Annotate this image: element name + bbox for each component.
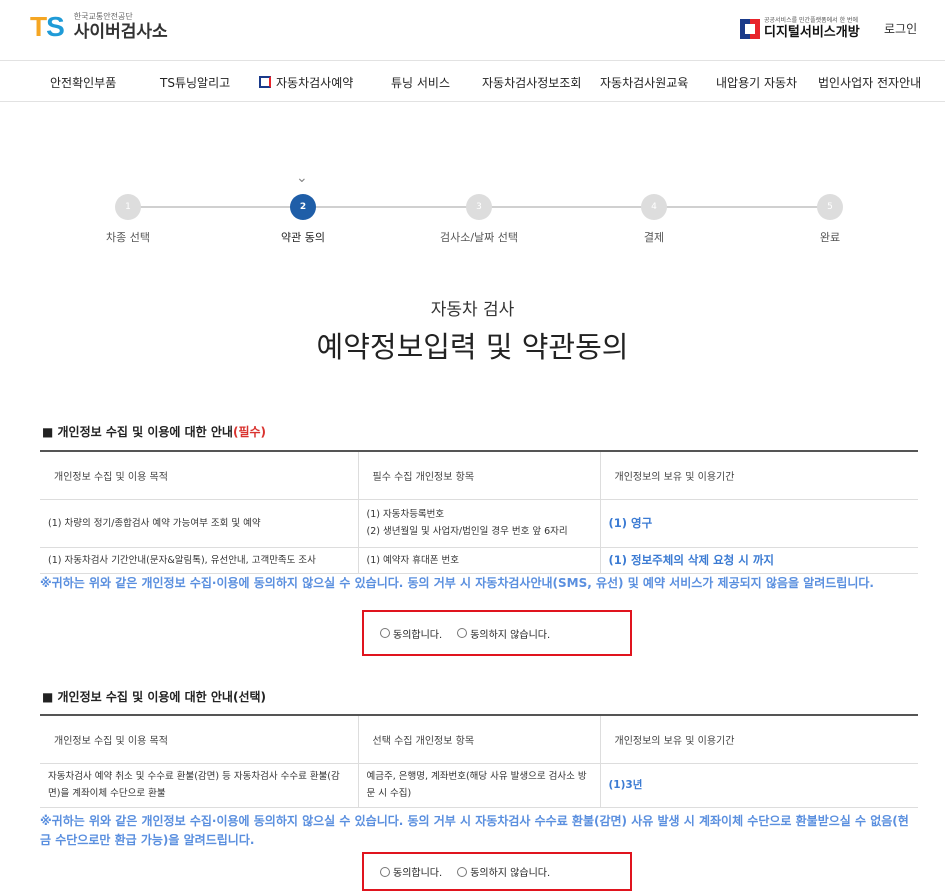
table-cell: (1) 자동차등록번호 (2) 생년월일 및 사업자/법인일 경우 번호 앞 6… [357, 499, 600, 548]
table-header-row: 개인정보 수집 및 이용 목적 필수 수집 개인정보 항목 개인정보의 보유 및… [40, 450, 918, 500]
column-header: 개인정보의 보유 및 이용기간 [599, 714, 918, 764]
column-header: 선택 수집 개인정보 항목 [357, 714, 600, 764]
agree-radio[interactable]: 동의합니다. [380, 864, 442, 879]
radio-button[interactable] [457, 628, 468, 638]
nav-item-inspection-info[interactable]: 자동차검사정보조회 [482, 74, 581, 91]
table-row: (1) 차량의 정기/종합검사 예약 가능여부 조회 및 예약 (1) 자동차등… [40, 499, 918, 548]
table-cell: (1) 자동차검사 기간안내(문자&알림톡), 유선안내, 고객만족도 조사 [40, 547, 358, 574]
step-number: 3 [466, 194, 492, 220]
step-1: 1 차종 선택 [68, 194, 188, 245]
table-cell: (1) 영구 [599, 499, 918, 548]
cell-line: (2) 생년월일 및 사업자/법인일 경우 번호 앞 6자리 [366, 526, 568, 537]
section-title-text: 개인정보 수집 및 이용에 대한 안내(선택) [57, 690, 267, 704]
progress-steps: ⌄ 1 차종 선택 2 약관 동의 3 검사소/날짜 선택 4 결제 5 완료 [0, 170, 945, 250]
table-row: 자동차검사 예약 취소 및 수수료 환불(감면) 등 자동차검사 수수료 환불(… [40, 763, 918, 808]
section-title-text: 개인정보 수집 및 이용에 대한 안내 [57, 425, 233, 439]
page-title: 예약정보입력 및 약관동의 [316, 330, 629, 364]
agree-radio[interactable]: 동의합니다. [380, 626, 442, 641]
digital-service-icon [740, 18, 760, 39]
radio-label: 동의합니다. [393, 629, 443, 641]
section-title-required: ■ 개인정보 수집 및 이용에 대한 안내(필수) [42, 425, 267, 439]
column-header: 필수 수집 개인정보 항목 [357, 450, 600, 500]
nav-item-ts-tuning[interactable]: TS튜닝알리고 [160, 74, 230, 91]
step-number: 1 [115, 194, 141, 220]
column-header: 개인정보 수집 및 이용 목적 [40, 450, 358, 500]
step-number: 5 [817, 194, 843, 220]
digital-service-name: 디지털서비스개방 [764, 25, 860, 40]
table-cell: (1) 정보주체의 삭제 요청 시 까지 [599, 547, 918, 574]
nav-item-inspection-reservation[interactable]: 자동차검사예약 [259, 74, 353, 91]
consent-notice: ※귀하는 위와 같은 개인정보 수집·이용에 동의하지 않으실 수 있습니다. … [40, 814, 909, 847]
radio-label: 동의합니다. [393, 868, 443, 879]
column-header: 개인정보의 보유 및 이용기간 [599, 450, 918, 500]
nav-item-safety-parts[interactable]: 안전확인부품 [50, 74, 116, 91]
required-info-table: 개인정보 수집 및 이용 목적 필수 수집 개인정보 항목 개인정보의 보유 및… [40, 450, 918, 574]
table-cell: 자동차검사 예약 취소 및 수수료 환불(감면) 등 자동차검사 수수료 환불(… [40, 763, 358, 808]
table-header-row: 개인정보 수집 및 이용 목적 선택 수집 개인정보 항목 개인정보의 보유 및… [40, 714, 918, 764]
step-label: 검사소/날짜 선택 [439, 231, 519, 244]
step-5: 5 완료 [770, 194, 890, 245]
step-4: 4 결제 [594, 194, 714, 245]
radio-label: 동의하지 않습니다. [470, 629, 551, 641]
chevron-down-icon: ⌄ [296, 170, 308, 186]
column-header: 개인정보 수집 및 이용 목적 [40, 714, 358, 764]
step-label: 완료 [819, 231, 841, 244]
section-title-optional: ■ 개인정보 수집 및 이용에 대한 안내(선택) [42, 690, 267, 704]
logo-org-name: 한국교통안전공단 [73, 12, 133, 21]
step-label: 차종 선택 [106, 231, 150, 244]
step-number: 2 [290, 194, 316, 220]
table-row: (1) 자동차검사 기간안내(문자&알림톡), 유선안내, 고객만족도 조사 (… [40, 547, 918, 574]
consent-radio-group-optional: 동의합니다. 동의하지 않습니다. [362, 852, 632, 891]
disagree-radio[interactable]: 동의하지 않습니다. [457, 626, 550, 641]
header: TS 한국교통안전공단 사이버검사소 공공서비스를 민간플랫폼에서 한 번에 디… [0, 0, 945, 60]
step-2: 2 약관 동의 [243, 194, 363, 245]
optional-info-table: 개인정보 수집 및 이용 목적 선택 수집 개인정보 항목 개인정보의 보유 및… [40, 714, 918, 808]
table-cell: 예금주, 은행명, 계좌번호(해당 사유 발생으로 검사소 방문 시 수집) [357, 763, 600, 808]
radio-button[interactable] [380, 628, 390, 638]
nav-item-tuning-service[interactable]: 튜닝 서비스 [391, 74, 450, 91]
cell-line: (1) 자동차등록번호 [366, 509, 445, 520]
nav-item-label: 자동차검사예약 [276, 76, 354, 90]
nav-item-pressure-vessel[interactable]: 내압용기 자동차 [716, 74, 797, 91]
table-cell: (1) 차량의 정기/종합검사 예약 가능여부 조회 및 예약 [40, 499, 358, 548]
login-link[interactable]: 로그인 [884, 20, 917, 37]
logo-site-name: 사이버검사소 [73, 22, 168, 42]
radio-button[interactable] [457, 866, 468, 877]
ts-logo-mark: TS [30, 11, 65, 42]
reservation-icon [259, 76, 271, 88]
digital-service-logo[interactable]: 공공서비스를 민간플랫폼에서 한 번에 디지털서비스개방 [740, 17, 860, 40]
table-cell: (1)3년 [599, 763, 918, 808]
nav-item-inspector-training[interactable]: 자동차검사원교육 [600, 74, 688, 91]
step-label: 결제 [643, 231, 665, 244]
page-subtitle: 자동차 검사 [430, 300, 515, 320]
required-tag: (필수) [232, 425, 267, 439]
table-cell: (1) 예약자 휴대폰 번호 [357, 547, 600, 574]
step-3: 3 검사소/날짜 선택 [419, 194, 539, 245]
consent-radio-group-required: 동의합니다. 동의하지 않습니다. [362, 610, 632, 656]
site-logo[interactable]: TS 한국교통안전공단 사이버검사소 [30, 12, 168, 42]
main-nav: 안전확인부품 TS튜닝알리고 자동차검사예약 튜닝 서비스 자동차검사정보조회 … [0, 60, 945, 102]
step-number: 4 [641, 194, 667, 220]
consent-notice: ※귀하는 위와 같은 개인정보 수집·이용에 동의하지 않으실 수 있습니다. … [40, 576, 874, 590]
radio-label: 동의하지 않습니다. [470, 868, 551, 879]
disagree-radio[interactable]: 동의하지 않습니다. [457, 864, 550, 879]
nav-item-corporate-notice[interactable]: 법인사업자 전자안내 [818, 74, 921, 91]
step-label: 약관 동의 [281, 231, 325, 244]
digital-service-tagline: 공공서비스를 민간플랫폼에서 한 번에 [764, 17, 859, 24]
radio-button[interactable] [380, 866, 390, 877]
